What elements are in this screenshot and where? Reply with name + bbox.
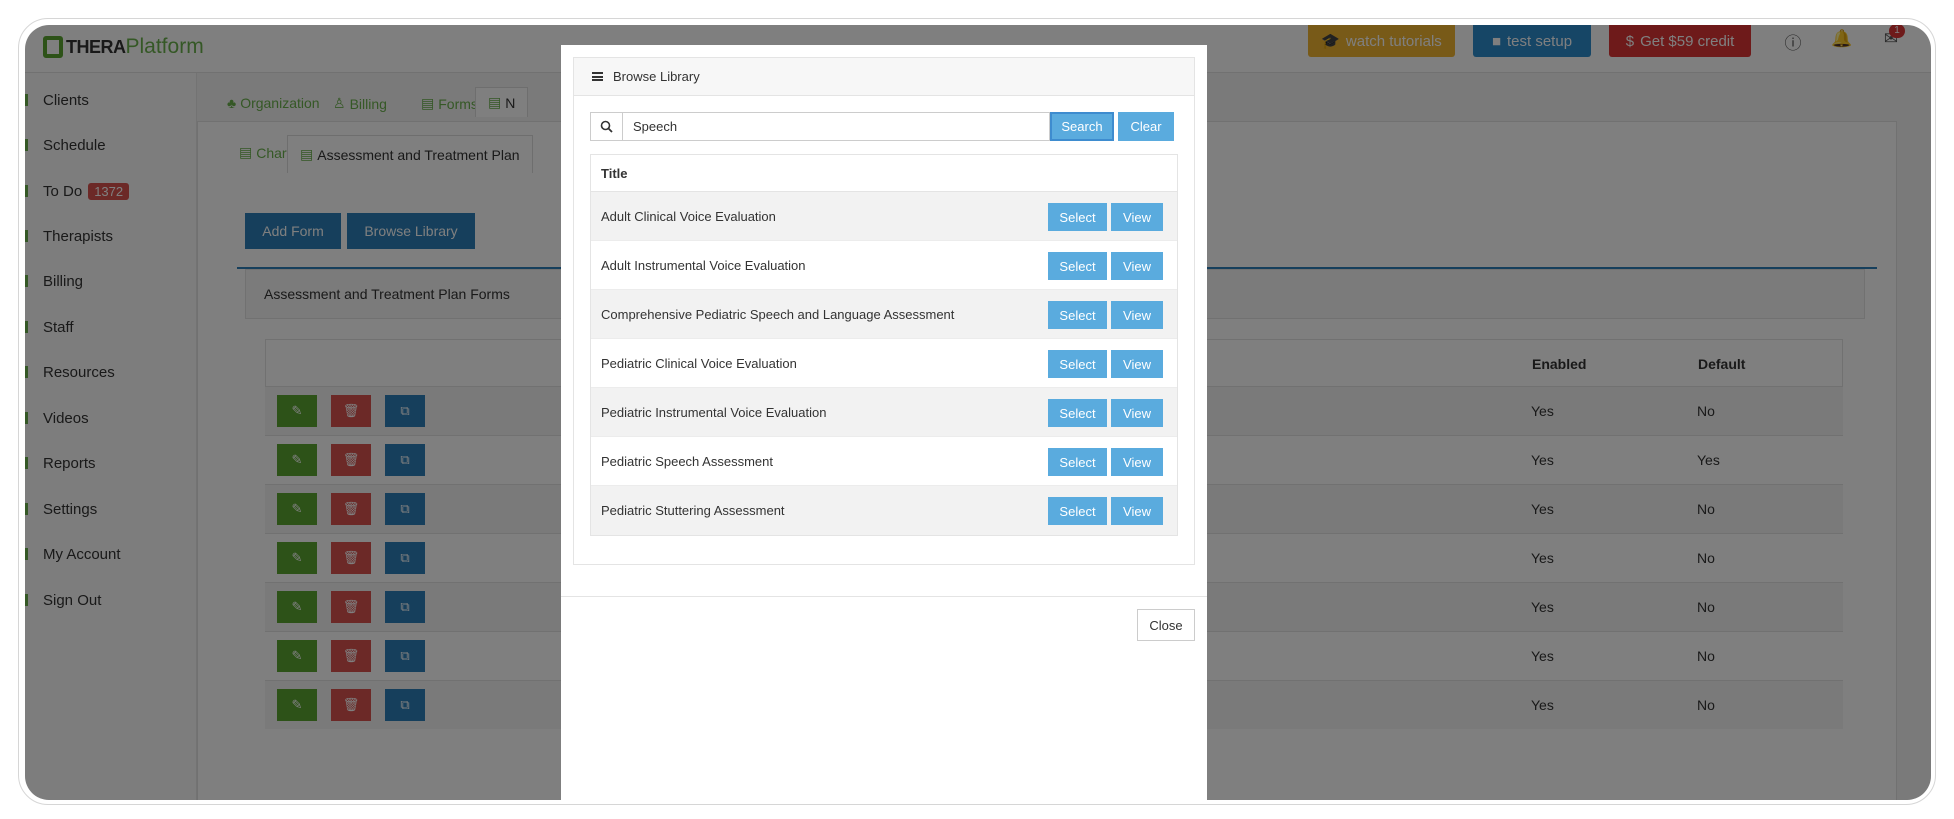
- view-button[interactable]: View: [1111, 301, 1163, 329]
- view-button[interactable]: View: [1111, 448, 1163, 476]
- library-row: Adult Clinical Voice Evaluation Select V…: [591, 192, 1177, 241]
- list-icon: [592, 72, 603, 81]
- library-item-title: Comprehensive Pediatric Speech and Langu…: [601, 307, 955, 322]
- select-button[interactable]: Select: [1048, 497, 1107, 525]
- search-icon: [590, 112, 623, 141]
- browse-library-box: Browse Library Search Clear Title Adult …: [573, 57, 1195, 565]
- browse-library-modal: Browse Library Search Clear Title Adult …: [561, 45, 1207, 800]
- close-button[interactable]: Close: [1137, 609, 1195, 641]
- view-button[interactable]: View: [1111, 350, 1163, 378]
- search-button[interactable]: Search: [1050, 112, 1114, 141]
- clear-button[interactable]: Clear: [1118, 112, 1174, 141]
- select-button[interactable]: Select: [1048, 399, 1107, 427]
- library-row: Pediatric Clinical Voice Evaluation Sele…: [591, 339, 1177, 388]
- search-row: Search Clear: [590, 112, 1174, 142]
- library-item-title: Pediatric Stuttering Assessment: [601, 503, 785, 518]
- view-button[interactable]: View: [1111, 203, 1163, 231]
- view-button[interactable]: View: [1111, 252, 1163, 280]
- library-row: Pediatric Speech Assessment Select View: [591, 437, 1177, 486]
- window-frame: THERA Platform 🎓 watch tutorials ■ test …: [18, 18, 1936, 805]
- library-row: Pediatric Instrumental Voice Evaluation …: [591, 388, 1177, 437]
- search-input[interactable]: [622, 112, 1050, 141]
- modal-header: Browse Library: [574, 58, 1194, 96]
- app: THERA Platform 🎓 watch tutorials ■ test …: [25, 25, 1931, 800]
- select-button[interactable]: Select: [1048, 448, 1107, 476]
- select-button[interactable]: Select: [1048, 252, 1107, 280]
- library-item-title: Adult Instrumental Voice Evaluation: [601, 258, 806, 273]
- title-column-header: Title: [591, 155, 1177, 192]
- modal-title: Browse Library: [613, 69, 700, 84]
- select-button[interactable]: Select: [1048, 350, 1107, 378]
- library-row: Pediatric Stuttering Assessment Select V…: [591, 486, 1177, 535]
- select-button[interactable]: Select: [1048, 203, 1107, 231]
- library-row: Adult Instrumental Voice Evaluation Sele…: [591, 241, 1177, 290]
- library-table: Title Adult Clinical Voice Evaluation Se…: [590, 154, 1178, 536]
- select-button[interactable]: Select: [1048, 301, 1107, 329]
- library-row: Comprehensive Pediatric Speech and Langu…: [591, 290, 1177, 339]
- view-button[interactable]: View: [1111, 399, 1163, 427]
- library-item-title: Pediatric Speech Assessment: [601, 454, 773, 469]
- library-item-title: Pediatric Clinical Voice Evaluation: [601, 356, 797, 371]
- library-item-title: Pediatric Instrumental Voice Evaluation: [601, 405, 827, 420]
- modal-footer: Close: [561, 596, 1207, 666]
- library-item-title: Adult Clinical Voice Evaluation: [601, 209, 776, 224]
- view-button[interactable]: View: [1111, 497, 1163, 525]
